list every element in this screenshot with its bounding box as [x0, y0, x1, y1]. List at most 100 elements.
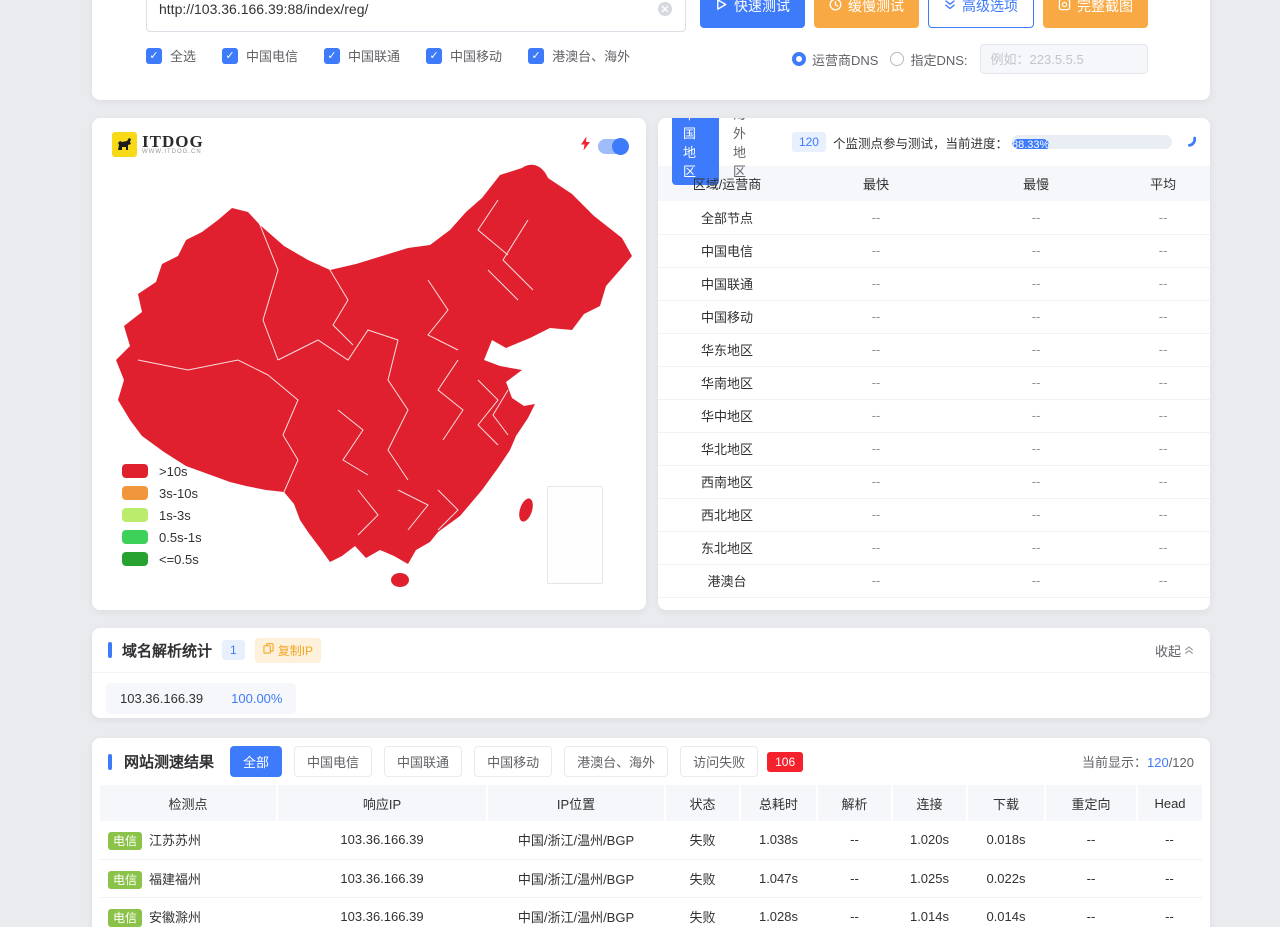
result-cell-ip: 103.36.166.39 — [277, 859, 487, 897]
result-row: 电信江苏苏州103.36.166.39中国/浙江/温州/BGP失败1.038s-… — [100, 821, 1202, 859]
result-filter-tab[interactable]: 中国移动 — [474, 746, 552, 777]
play-icon — [715, 0, 728, 14]
carrier-filter-row: ✓全选 ✓中国电信 ✓中国联通 ✓中国移动 ✓港澳台、海外 — [146, 46, 630, 65]
region-value: -- — [1116, 201, 1210, 234]
advanced-options-label: 高级选项 — [962, 0, 1018, 16]
region-name: 华南地区 — [658, 366, 796, 399]
region-table-row: 中国移动------ — [658, 300, 1210, 333]
custom-dns-input[interactable] — [980, 44, 1148, 74]
carrier-dns-radio[interactable]: 运营商DNS — [792, 50, 878, 69]
carrier-checkbox[interactable]: ✓中国联通 — [324, 46, 400, 65]
radio-selected-icon — [792, 52, 806, 66]
checkbox-checked-icon: ✓ — [222, 48, 238, 64]
carrier-badge: 电信 — [108, 832, 142, 850]
advanced-options-button[interactable]: 高级选项 — [928, 0, 1034, 28]
result-filter-tab[interactable]: 访问失败 — [680, 746, 758, 777]
region-table-row: 全部节点------ — [658, 201, 1210, 234]
lightning-icon — [580, 136, 591, 156]
display-count-total: /120 — [1169, 755, 1194, 770]
carrier-checkbox[interactable]: ✓中国电信 — [222, 46, 298, 65]
clear-input-icon[interactable] — [657, 1, 673, 17]
quick-test-button[interactable]: 快速测试 — [700, 0, 805, 28]
custom-dns-label: 指定DNS: — [910, 50, 967, 69]
legend-label: 3s-10s — [159, 486, 198, 501]
map-mode-toggle[interactable] — [598, 139, 628, 154]
region-value: -- — [796, 300, 956, 333]
results-column-header: 解析 — [817, 785, 892, 821]
result-cell-node: 电信安徽滁州 — [100, 897, 277, 927]
carrier-checkbox[interactable]: ✓港澳台、海外 — [528, 46, 630, 65]
clock-icon — [829, 0, 842, 14]
carrier-badge: 电信 — [108, 909, 142, 927]
region-value: -- — [1116, 333, 1210, 366]
resolved-ip-item[interactable]: 103.36.166.39 100.00% — [106, 683, 296, 714]
result-cell-ip: 103.36.166.39 — [277, 897, 487, 927]
display-count: 当前显示：120/120 — [1082, 752, 1194, 771]
tab-overseas-region[interactable]: 海外地区 — [733, 118, 758, 180]
region-name: 西北地区 — [658, 498, 796, 531]
region-stats-panel: 中国地区 海外地区 120 个监测点参与测试，当前进度： 88.33% 区域/运… — [658, 118, 1210, 610]
result-cell-total: 1.047s — [740, 859, 817, 897]
results-column-header: Head — [1137, 785, 1202, 821]
url-input[interactable] — [159, 1, 657, 17]
result-cell-redirect: -- — [1045, 859, 1137, 897]
results-header: 网站测速结果 全部中国电信中国联通中国移动港澳台、海外访问失败 106 当前显示：… — [92, 738, 1210, 785]
map-panel: ITDOG WWW.ITDOG.CN — [92, 118, 646, 610]
region-value: -- — [796, 432, 956, 465]
radio-unselected-icon — [890, 52, 904, 66]
quick-test-label: 快速测试 — [734, 0, 790, 16]
node-name: 江苏苏州 — [149, 833, 201, 848]
region-value: -- — [956, 267, 1116, 300]
chevron-double-up-icon — [1184, 643, 1194, 658]
result-filter-tab[interactable]: 中国电信 — [294, 746, 372, 777]
region-value: -- — [956, 234, 1116, 267]
slow-test-button[interactable]: 缓慢测试 — [814, 0, 919, 28]
region-value: -- — [956, 399, 1116, 432]
results-column-header: 检测点 — [100, 785, 277, 821]
chevron-double-down-icon — [944, 0, 956, 14]
legend-item: >10s — [122, 460, 202, 482]
logo-title: ITDOG — [142, 134, 204, 149]
results-column-header: IP位置 — [487, 785, 665, 821]
region-name: 东北地区 — [658, 531, 796, 564]
region-table-row: 中国联通------ — [658, 267, 1210, 300]
region-panel-header: 中国地区 海外地区 120 个监测点参与测试，当前进度： 88.33% — [658, 118, 1210, 166]
results-title: 网站测速结果 — [124, 751, 214, 772]
result-cell-node: 电信江苏苏州 — [100, 821, 277, 859]
copy-ip-button[interactable]: 复制IP — [255, 638, 321, 663]
toggle-knob — [612, 138, 629, 155]
fail-count-badge: 106 — [767, 752, 803, 772]
region-name: 华东地区 — [658, 333, 796, 366]
result-filter-tab[interactable]: 中国联通 — [384, 746, 462, 777]
checkbox-checked-icon: ✓ — [528, 48, 544, 64]
display-count-current: 120 — [1147, 755, 1169, 770]
result-cell-head: -- — [1137, 897, 1202, 927]
carrier-checkbox[interactable]: ✓全选 — [146, 46, 196, 65]
result-cell-head: -- — [1137, 859, 1202, 897]
region-value: -- — [956, 366, 1116, 399]
carrier-checkbox[interactable]: ✓中国移动 — [426, 46, 502, 65]
url-input-box — [146, 0, 686, 32]
legend-swatch — [122, 464, 148, 478]
region-value: -- — [1116, 300, 1210, 333]
region-value: -- — [956, 432, 1116, 465]
dns-options-row: 运营商DNS 指定DNS: — [792, 44, 1148, 74]
region-name: 中国移动 — [658, 300, 796, 333]
node-name: 安徽滁州 — [149, 910, 201, 925]
results-column-header: 状态 — [665, 785, 740, 821]
result-cell-dns: -- — [817, 821, 892, 859]
display-count-label: 当前显示： — [1082, 755, 1147, 770]
region-value: -- — [1116, 564, 1210, 597]
results-column-header: 响应IP — [277, 785, 487, 821]
collapse-button[interactable]: 收起 — [1155, 641, 1194, 660]
loading-spinner-icon — [1181, 132, 1196, 152]
region-table-row: 中国电信------ — [658, 234, 1210, 267]
custom-dns-radio[interactable]: 指定DNS: — [890, 50, 967, 69]
result-filter-tab[interactable]: 全部 — [230, 746, 282, 777]
checkbox-checked-icon: ✓ — [426, 48, 442, 64]
result-cell-head: -- — [1137, 821, 1202, 859]
full-screenshot-button[interactable]: 完整截图 — [1043, 0, 1148, 28]
region-table-row: 港澳台------ — [658, 564, 1210, 597]
full-screenshot-label: 完整截图 — [1077, 0, 1133, 16]
result-filter-tab[interactable]: 港澳台、海外 — [564, 746, 668, 777]
